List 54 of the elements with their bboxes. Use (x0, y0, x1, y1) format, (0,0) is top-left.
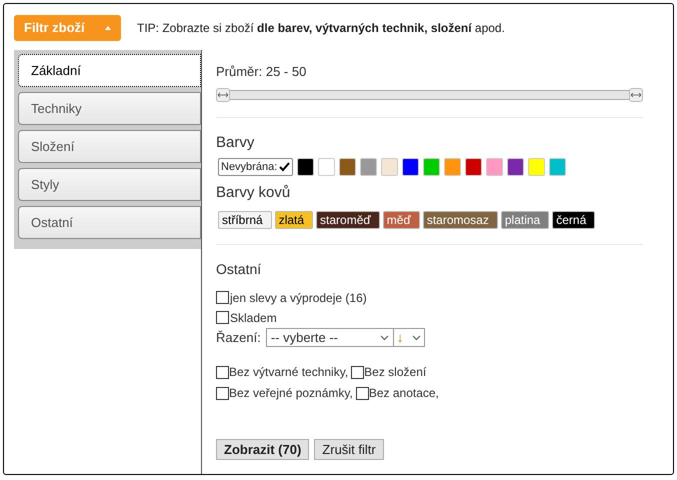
tip-text: TIP: Zobrazte si zboží dle barev, výtvarných technik, složení apod. (137, 20, 505, 36)
sidebar-tab[interactable]: Složení (18, 130, 201, 163)
check-icon (279, 162, 290, 172)
reset-filter-button[interactable]: Zrušit filtr (314, 438, 384, 460)
diameter-label: Průměr: 25 - 50 (216, 63, 308, 81)
option-label: Bez výtvarné techniky, (229, 364, 348, 381)
sidebar-tab[interactable]: Ostatní (18, 206, 201, 239)
color-swatch[interactable] (549, 158, 566, 176)
chevron-icon (380, 334, 389, 340)
color-swatch[interactable] (486, 158, 504, 176)
metal-color-tag[interactable]: měď (382, 210, 420, 228)
color-swatch[interactable] (339, 158, 356, 176)
no-color-option[interactable]: Nevybrána: (218, 158, 294, 176)
slider-handle[interactable] (629, 88, 643, 102)
chevron-icon (412, 334, 421, 340)
option-label: Skladem (230, 310, 277, 326)
sidebar-tab[interactable]: Styly (18, 168, 201, 201)
sidebar-tab[interactable]: Základní (18, 54, 201, 87)
metal-color-tag[interactable]: platina (500, 210, 550, 228)
color-swatch[interactable] (360, 158, 378, 176)
slider-handle[interactable] (216, 88, 230, 102)
show-button[interactable]: Zobrazit (70) (216, 438, 310, 460)
option-label: Bez veřejné poznámky, (229, 385, 353, 402)
option-label: jen slevy a výprodeje (16) (230, 290, 367, 306)
color-swatch[interactable] (318, 158, 336, 176)
checkbox[interactable] (216, 386, 229, 400)
other-heading: Ostatní (216, 260, 262, 278)
metal-color-tag[interactable]: stříbrná (218, 210, 272, 228)
checkbox[interactable] (356, 386, 369, 400)
metal-color-tag[interactable]: staromosaz (422, 210, 498, 228)
color-swatch[interactable] (465, 158, 482, 176)
color-swatch[interactable] (423, 158, 440, 176)
metal-color-tag[interactable]: černá (552, 210, 596, 228)
sidebar-tab[interactable]: Techniky (18, 92, 201, 125)
option-label: Bez anotace, (368, 385, 439, 402)
color-swatch[interactable] (507, 158, 524, 176)
metal-color-tag[interactable]: zlatá (274, 210, 314, 228)
color-swatch[interactable] (381, 158, 398, 176)
sort-label: Řazení: (216, 328, 261, 347)
metal-color-tag[interactable]: staroměď (316, 210, 380, 228)
checkbox[interactable] (216, 311, 229, 324)
color-swatch[interactable] (297, 158, 314, 176)
checkbox[interactable] (216, 291, 229, 304)
color-swatch[interactable] (444, 158, 462, 176)
color-swatch[interactable] (528, 158, 546, 176)
colors-heading: Barvy (216, 132, 256, 152)
sort-select[interactable]: -- vyberte -- (266, 328, 394, 347)
checkbox[interactable] (216, 366, 229, 378)
checkbox[interactable] (351, 366, 364, 378)
option-label: Bez složení (364, 364, 426, 381)
range-slider[interactable] (216, 88, 643, 102)
caret-icon (105, 26, 111, 30)
color-swatch[interactable] (402, 158, 420, 176)
metal-colors-heading: Barvy kovů (216, 183, 292, 203)
